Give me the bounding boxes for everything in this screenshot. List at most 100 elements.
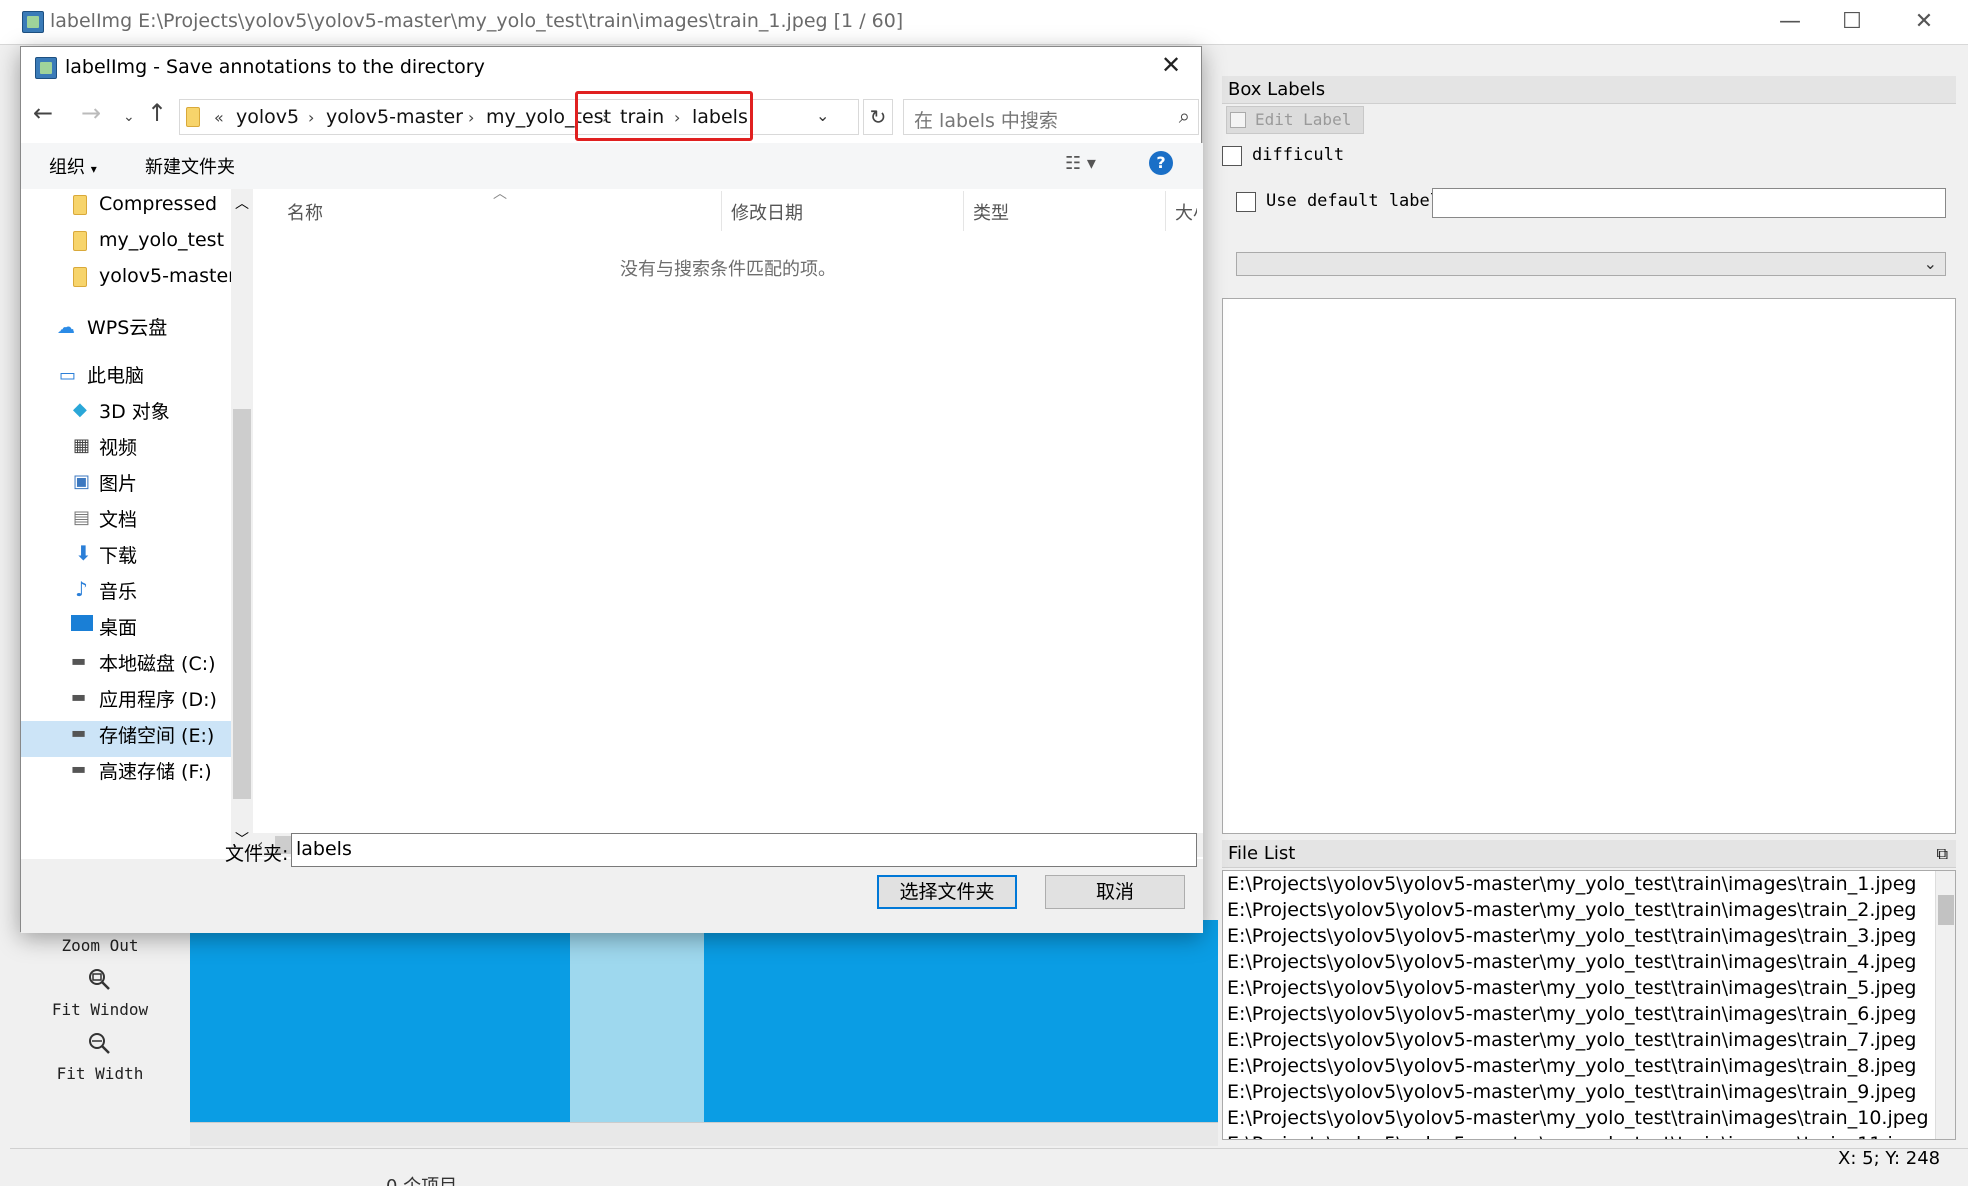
drive-icon: ▬	[71, 759, 87, 778]
chevron-right-icon[interactable]: ›	[308, 108, 314, 127]
image-canvas[interactable]	[190, 920, 1218, 1122]
tree-scroll-thumb[interactable]	[233, 409, 251, 799]
up-arrow-icon[interactable]: ↑	[147, 99, 167, 127]
forward-arrow-icon[interactable]: →	[81, 99, 101, 127]
empty-message: 没有与搜索条件匹配的项。	[620, 259, 836, 280]
tree-item-wps-cloud[interactable]: WPS云盘	[87, 313, 167, 340]
tree-item-music[interactable]: 音乐	[99, 577, 137, 604]
download-icon: ⬇	[75, 541, 92, 565]
canvas-scrollbar[interactable]	[190, 1122, 1218, 1146]
file-list-title: File List	[1228, 843, 1296, 864]
edit-label-button: Edit Label	[1226, 106, 1364, 134]
chevron-up-icon[interactable]: ︿	[231, 193, 253, 213]
zoom-out-button[interactable]: Zoom Out	[10, 936, 190, 955]
file-list-item[interactable]: E:\Projects\yolov5\yolov5-master\my_yolo…	[1227, 949, 1927, 975]
sort-up-icon: ︿	[493, 186, 507, 202]
tree-item-videos[interactable]: 视频	[99, 433, 137, 460]
minimize-button[interactable]: —	[1770, 8, 1810, 36]
file-list-item[interactable]: E:\Projects\yolov5\yolov5-master\my_yolo…	[1227, 897, 1927, 923]
fit-window-icon[interactable]	[88, 968, 110, 990]
tree-item-pictures[interactable]: 图片	[99, 469, 137, 496]
tree-item-compressed[interactable]: Compressed	[99, 193, 217, 215]
float-dock-icon[interactable]: ⧉	[1937, 840, 1948, 868]
box-label-list[interactable]	[1222, 298, 1956, 834]
file-list-item[interactable]: E:\Projects\yolov5\yolov5-master\my_yolo…	[1227, 975, 1927, 1001]
new-folder-button[interactable]: 新建文件夹	[145, 153, 235, 179]
file-list-item[interactable]: E:\Projects\yolov5\yolov5-master\my_yolo…	[1227, 923, 1927, 949]
default-label-input[interactable]	[1432, 188, 1946, 218]
pictures-icon: ▣	[73, 471, 91, 492]
file-list-scrollbar[interactable]	[1935, 871, 1955, 1139]
folder-icon	[186, 107, 200, 127]
tree-item-drive-d[interactable]: 应用程序 (D:)	[99, 685, 217, 712]
cancel-button[interactable]: 取消	[1045, 875, 1185, 909]
address-history-dropdown-icon[interactable]: ⌄	[816, 106, 829, 125]
label-combobox[interactable]: ⌄	[1236, 252, 1946, 276]
file-list-scroll-thumb[interactable]	[1938, 895, 1954, 925]
music-icon: ♪	[75, 577, 88, 601]
tree-item-yolov5-master[interactable]: yolov5-master	[99, 265, 236, 287]
column-divider	[721, 191, 722, 231]
file-list-item[interactable]: E:\Projects\yolov5\yolov5-master\my_yolo…	[1227, 1079, 1927, 1105]
fit-width-button[interactable]: Fit Width	[10, 1064, 190, 1083]
column-name[interactable]: 名称	[287, 199, 323, 225]
organize-menu[interactable]: 组织 ▾	[49, 153, 97, 179]
recent-locations-icon[interactable]: ⌄	[123, 109, 135, 125]
file-list-item[interactable]: E:\Projects\yolov5\yolov5-master\my_yolo…	[1227, 871, 1927, 897]
fit-width-icon[interactable]	[88, 1032, 110, 1054]
folder-icon	[73, 195, 87, 215]
title-divider	[0, 44, 1968, 45]
file-list-item[interactable]: E:\Projects\yolov5\yolov5-master\my_yolo…	[1227, 1131, 1929, 1139]
fit-window-button[interactable]: Fit Window	[10, 1000, 190, 1019]
file-list-item[interactable]: E:\Projects\yolov5\yolov5-master\my_yolo…	[1227, 1105, 1929, 1131]
file-list-item[interactable]: E:\Projects\yolov5\yolov5-master\my_yolo…	[1227, 1027, 1927, 1053]
address-bar[interactable]: « yolov5 › yolov5-master › my_yolo_test …	[179, 99, 859, 135]
folder-icon	[73, 267, 87, 287]
tree-item-my-yolo-test[interactable]: my_yolo_test	[99, 229, 224, 251]
file-view[interactable]	[253, 189, 1203, 859]
tree-item-this-pc[interactable]: 此电脑	[87, 361, 144, 388]
breadcrumb-yolov5[interactable]: yolov5	[236, 106, 299, 128]
maximize-button[interactable]: ☐	[1832, 8, 1872, 36]
file-list[interactable]: E:\Projects\yolov5\yolov5-master\my_yolo…	[1222, 870, 1956, 1140]
tree-item-drive-f[interactable]: 高速存储 (F:)	[99, 757, 212, 784]
breadcrumb-overflow[interactable]: «	[214, 108, 224, 127]
main-close-button[interactable]: ✕	[1904, 8, 1944, 36]
right-dock: Box Labels Edit Label difficult Use defa…	[1222, 72, 1962, 1150]
box-labels-header: Box Labels	[1222, 76, 1956, 104]
back-arrow-icon[interactable]: ←	[33, 99, 53, 127]
file-list-item[interactable]: E:\Projects\yolov5\yolov5-master\my_yolo…	[1227, 1001, 1927, 1027]
chevron-right-icon[interactable]: ›	[468, 108, 474, 127]
explorer-item-count: 0 个项目	[386, 1172, 457, 1186]
file-list-item[interactable]: E:\Projects\yolov5\yolov5-master\my_yolo…	[1227, 1053, 1927, 1079]
organize-label: 组织	[49, 157, 85, 178]
tree-item-documents[interactable]: 文档	[99, 505, 137, 532]
tree-scrollbar[interactable]: ︿ ﹀	[231, 189, 253, 859]
folder-input[interactable]: labels	[291, 833, 1197, 867]
column-divider	[1165, 191, 1166, 231]
search-icon[interactable]: ⌕	[1179, 104, 1190, 128]
tree-item-downloads[interactable]: 下载	[99, 541, 137, 568]
tree-item-drive-c[interactable]: 本地磁盘 (C:)	[99, 649, 216, 676]
column-date-modified[interactable]: 修改日期	[731, 199, 803, 225]
search-input[interactable]: 在 labels 中搜索 ⌕	[903, 99, 1199, 135]
edit-icon	[1230, 112, 1246, 128]
tree-item-3d-objects[interactable]: 3D 对象	[99, 397, 170, 424]
refresh-icon[interactable]: ↻	[863, 99, 893, 135]
breadcrumb-yolov5-master[interactable]: yolov5-master	[326, 106, 463, 128]
use-default-label-text: Use default label	[1266, 191, 1440, 211]
difficult-checkbox[interactable]	[1222, 146, 1242, 166]
difficult-label: difficult	[1252, 145, 1345, 165]
drive-icon: ▬	[71, 651, 87, 670]
view-options-icon[interactable]: ☷ ▾	[1065, 153, 1096, 174]
tree-item-drive-e[interactable]: 存储空间 (E:)	[99, 721, 214, 748]
drive-icon: ▬	[71, 723, 87, 742]
use-default-label-checkbox[interactable]	[1236, 192, 1256, 212]
dialog-close-button[interactable]: ✕	[1161, 51, 1181, 79]
select-folder-button[interactable]: 选择文件夹	[877, 875, 1017, 909]
column-size[interactable]: 大小	[1175, 199, 1197, 225]
column-type[interactable]: 类型	[973, 199, 1009, 225]
tree-item-desktop[interactable]: 桌面	[99, 613, 137, 640]
save-directory-dialog: labelImg - Save annotations to the direc…	[20, 46, 1203, 933]
help-icon[interactable]: ?	[1149, 151, 1173, 175]
